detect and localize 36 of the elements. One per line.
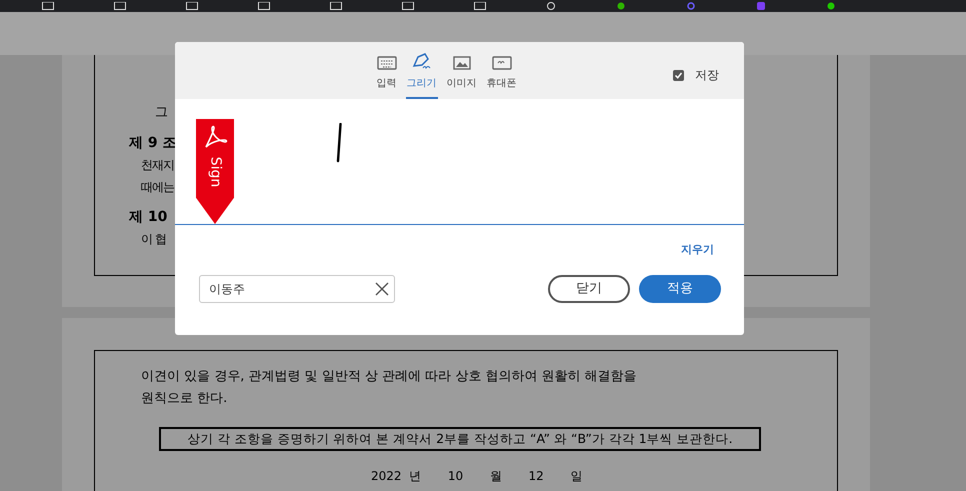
statement-text: 상기 각 조항을 증명하기 위하여 본 계약서 2부를 작성하고 “A” 와 “B”가 각각 1부씩 보관한다.	[187, 430, 733, 448]
save-label: 저장	[695, 67, 719, 84]
name-field[interactable]: 이동주	[199, 275, 395, 303]
signature-pad[interactable]: Sign	[175, 99, 744, 225]
section-heading: 제 9 조	[128, 134, 176, 153]
paragraph-text: 이견이 있을 경우, 관계법령 및 일반적 상 관례에 따라 상호 협의하여 원활히 해결함을 원칙으로 한다.	[140, 368, 637, 408]
ring-icon[interactable]	[686, 2, 696, 10]
folder-icon[interactable]	[114, 2, 126, 10]
close-icon[interactable]	[375, 282, 389, 296]
signature-stroke	[336, 123, 342, 163]
folder-icon[interactable]	[330, 2, 342, 10]
dialog-tab[interactable]: 입력	[376, 42, 398, 99]
dialog-tab[interactable]: 휴대폰	[486, 42, 518, 99]
apply-button[interactable]: 적용	[639, 275, 721, 303]
folder-icon[interactable]	[258, 2, 270, 10]
body-text: 이 협	[140, 231, 166, 248]
dialog-tab[interactable]: 이미지	[446, 42, 478, 99]
date-text: 2022 년 10 월 12 일	[371, 469, 583, 483]
image-icon	[452, 56, 470, 70]
save-checkbox[interactable]	[673, 70, 684, 80]
section-heading: 제 10	[128, 208, 168, 227]
folder-icon[interactable]	[474, 2, 486, 10]
folder-icon[interactable]	[42, 2, 54, 10]
close-button[interactable]: 닫기	[548, 275, 630, 303]
folder-icon[interactable]	[402, 2, 414, 10]
keyboard-icon	[376, 56, 396, 70]
square-icon[interactable]	[756, 2, 766, 10]
sign-label: Sign	[208, 156, 222, 188]
dialog-tab[interactable]: 그리기	[406, 42, 438, 99]
folder-icon[interactable]	[186, 2, 198, 10]
pen-icon	[412, 52, 432, 70]
tablet-icon	[492, 56, 512, 70]
body-text: 때에는	[140, 179, 174, 196]
body-text: 천재지	[140, 157, 174, 174]
clear-link[interactable]: 지우기	[681, 242, 714, 275]
body-text: 그	[154, 104, 168, 122]
